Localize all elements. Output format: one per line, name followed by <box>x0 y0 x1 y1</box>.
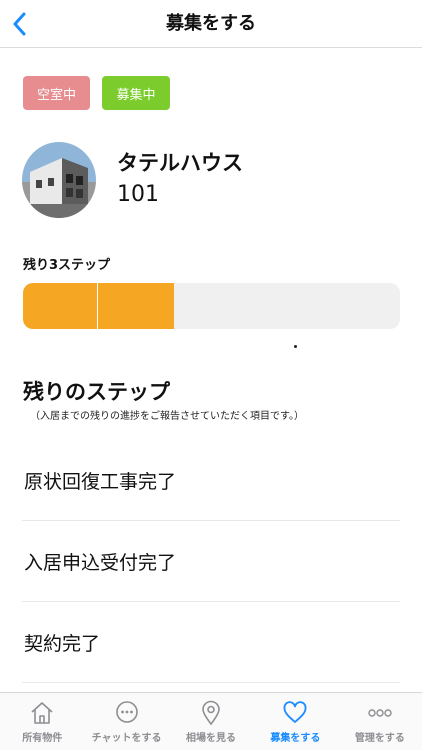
map-pin-icon <box>197 699 225 727</box>
tab-bar: 所有物件 チャットをする 相場を見る 募集をする 管理をする <box>0 692 422 750</box>
more-icon <box>366 699 394 727</box>
vacant-status-button[interactable]: 空室中 <box>23 76 90 110</box>
home-icon <box>28 699 56 727</box>
tab-chat[interactable]: チャットをする <box>84 693 168 750</box>
page-title: 募集をする <box>166 13 256 34</box>
tab-market[interactable]: 相場を見る <box>169 693 253 750</box>
tab-label: チャットをする <box>91 733 162 744</box>
list-item[interactable]: 原状回復工事完了 <box>22 440 400 521</box>
remaining-steps-count: 残り3ステップ <box>23 258 111 273</box>
tab-recruit[interactable]: 募集をする <box>253 693 337 750</box>
property-photo <box>22 142 96 218</box>
property-header: タテルハウス 101 <box>22 142 243 218</box>
progress-segment-complete <box>23 283 99 329</box>
remaining-steps-title: 残りのステップ <box>23 380 170 404</box>
recruiting-status-button[interactable]: 募集中 <box>102 76 170 110</box>
chevron-left-icon <box>13 12 26 36</box>
heart-icon <box>281 699 309 727</box>
tab-label: 所有物件 <box>22 733 63 744</box>
tab-label: 相場を見る <box>186 733 237 744</box>
list-item[interactable]: 契約完了 <box>22 602 400 683</box>
list-item[interactable]: 入居申込受付完了 <box>22 521 400 602</box>
chat-icon <box>113 699 141 727</box>
remaining-steps-note: （入居までの残りの進捗をご報告させていただく項目です。） <box>30 411 304 422</box>
navigation-bar: 募集をする <box>0 0 422 48</box>
dot-marker <box>294 345 297 348</box>
remaining-steps-list: 原状回復工事完了 入居申込受付完了 契約完了 <box>22 440 400 683</box>
property-name: タテルハウス <box>117 151 243 175</box>
status-button-group: 空室中 募集中 <box>23 76 170 110</box>
progress-segment-complete <box>98 283 174 329</box>
tab-properties[interactable]: 所有物件 <box>0 693 84 750</box>
step-label: 原状回復工事完了 <box>24 470 177 493</box>
tab-manage[interactable]: 管理をする <box>338 693 422 750</box>
room-number: 101 <box>117 182 159 207</box>
tab-label: 管理をする <box>354 733 405 744</box>
progress-bar <box>23 283 400 329</box>
tab-label: 募集をする <box>270 733 321 744</box>
back-button[interactable] <box>6 8 32 40</box>
step-label: 入居申込受付完了 <box>24 551 177 574</box>
property-info: タテルハウス 101 <box>117 149 243 211</box>
step-label: 契約完了 <box>24 632 101 655</box>
